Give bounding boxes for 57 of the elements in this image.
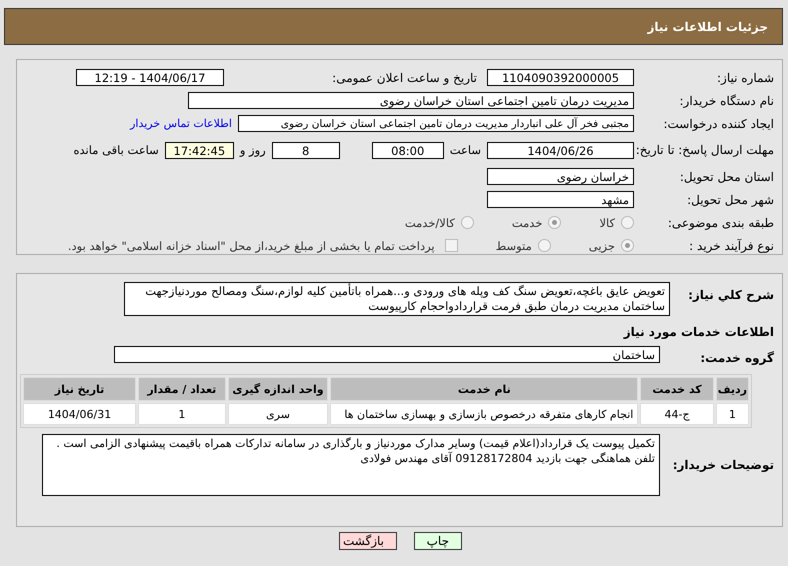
- days-label: روز و: [240, 143, 266, 157]
- column-header: ردیف: [716, 377, 749, 401]
- province-field: خراسان رضوی: [487, 168, 634, 185]
- column-header: واحد اندازه گیری: [228, 377, 328, 401]
- remaining-time-field: 17:42:45: [164, 142, 234, 158]
- table-cell: 1: [716, 403, 749, 425]
- column-header: نام خدمت: [330, 377, 638, 401]
- column-header: کد خدمت: [640, 377, 714, 401]
- radio-label: متوسط: [496, 238, 532, 252]
- column-header: تعداد / مقدار: [138, 377, 226, 401]
- table-cell: سری: [228, 403, 328, 425]
- page-title: جزئیات اطلاعات نیاز: [647, 20, 768, 34]
- field-label: نام دستگاه خریدار:: [678, 94, 774, 108]
- city-field: مشهد: [487, 191, 634, 208]
- field-label: نوع فرآیند خرید :: [688, 238, 774, 252]
- field-label: گروه خدمت:: [699, 350, 774, 364]
- field-label: شماره نیاز:: [716, 70, 774, 84]
- field-label: توضیحات خریدار:: [672, 458, 774, 472]
- field-label: ایجاد کننده درخواست:: [662, 116, 774, 130]
- print-button[interactable]: چاپ: [414, 532, 462, 550]
- table-cell: ج-44: [640, 403, 714, 425]
- radio-button[interactable]: [621, 216, 634, 229]
- service-group-field: ساختمان: [114, 346, 660, 363]
- table-cell: انجام کارهای متفرقه درخصوص بازسازی و بهسازی ساختمان ها: [330, 403, 638, 425]
- need-number-field: 1104090392000005: [487, 69, 634, 86]
- announce-date-field: 1404/06/17 - 12:19: [76, 69, 224, 86]
- deadline-time-field: 08:00: [372, 142, 444, 158]
- section-heading: اطلاعات خدمات مورد نیاز: [624, 324, 774, 338]
- radio-label: خدمت: [512, 216, 542, 230]
- radio-label: کالا: [599, 216, 615, 230]
- radio-label: کالا/خدمت: [404, 216, 455, 230]
- radio-button[interactable]: [538, 239, 551, 252]
- back-button[interactable]: بازگشت: [339, 532, 397, 550]
- field-label: شهر محل تحویل:: [686, 192, 774, 206]
- requester-field: مجتبی فخر آل علی انباردار مدیریت درمان تامین اجتماعی استان خراسان رضوی: [238, 115, 634, 132]
- table-cell: 1404/06/31: [23, 403, 136, 425]
- description-textarea[interactable]: تعویض عایق باغچه،تعویض سنگ کف وپله های ورودی و...همراه باتأمین کلیه لوازم،سنگ ومصالح موردنیازجهت ساختمان مدیریت درمان طبق فرمت قراردادواحجام کارپیوست: [124, 282, 670, 316]
- field-label: طبقه بندی موضوعی:: [666, 216, 774, 230]
- time-label: ساعت: [450, 143, 481, 157]
- radio-button[interactable]: [460, 216, 474, 229]
- radio-button[interactable]: [548, 216, 562, 229]
- contact-link[interactable]: اطلاعات تماس خریدار: [130, 117, 232, 130]
- buyer-notes-textarea[interactable]: تکمیل پیوست یک قرارداد(اعلام قیمت) وسایر مدارک موردنیاز و بارگذاری در سامانه تدارکات همراه باقیمت پیشنهادی الزامی است . تلفن هماهنگی جهت بازدید 09128172804 آقای مهندس فولادی: [42, 434, 660, 496]
- field-label: مهلت ارسال پاسخ: تا تاریخ:: [634, 143, 774, 157]
- buyer-org-field: مدیریت درمان تامین اجتماعی استان خراسان رضوی: [188, 92, 634, 109]
- radio-button[interactable]: [621, 239, 634, 252]
- deadline-date-field: 1404/06/26: [487, 142, 634, 158]
- days-field: 8: [272, 142, 340, 158]
- field-label: استان محل تحویل:: [678, 170, 774, 184]
- field-label: تاریخ و ساعت اعلان عمومی:: [331, 70, 477, 84]
- checkbox[interactable]: [444, 239, 458, 252]
- checkbox-label: پرداخت تمام یا بخشی از مبلغ خرید،از محل "اسناد خزانه اسلامی" خواهد بود.: [68, 238, 435, 252]
- column-header: تاریخ نیاز: [23, 377, 136, 401]
- table-cell: 1: [138, 403, 226, 425]
- radio-label: جزیی: [588, 238, 615, 252]
- field-label: شرح کلي نياز:: [687, 288, 774, 302]
- remaining-label: ساعت باقی مانده: [74, 143, 159, 157]
